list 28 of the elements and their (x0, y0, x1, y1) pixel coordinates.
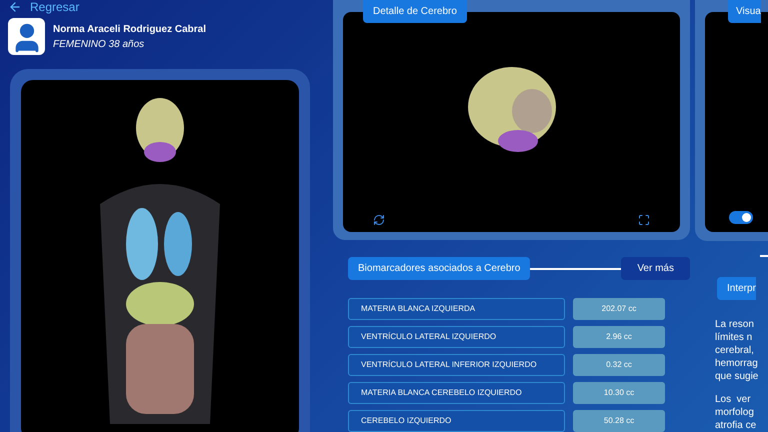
biomarker-name: VENTRÍCULO LATERAL IZQUIERDO (348, 326, 565, 348)
biomarker-value: 10.30 cc (573, 382, 665, 404)
interpretation-text: límites n (715, 331, 754, 344)
biomarker-name: VENTRÍCULO LATERAL INFERIOR IZQUIERDO (348, 354, 565, 376)
biomarker-name: MATERIA BLANCA IZQUIERDA (348, 298, 565, 320)
interpretation-text: La reson (715, 318, 755, 331)
patient-details: FEMENINO 38 años (53, 38, 146, 52)
see-more-button[interactable]: Ver más (621, 257, 690, 280)
biomarker-name: MATERIA BLANCA CEREBELO IZQUIERDO (348, 382, 565, 404)
interpretation-text: que sugie (715, 370, 760, 383)
back-link[interactable]: Regresar (30, 1, 80, 13)
avatar-icon (8, 18, 45, 55)
biomarker-value: 2.96 cc (573, 326, 665, 348)
interpretation-text: cerebral, (715, 344, 755, 357)
fullscreen-icon[interactable] (638, 214, 650, 226)
rotate-icon[interactable] (373, 214, 385, 226)
interpretation-text: atrofia ce (715, 419, 758, 432)
interpretation-text: morfolog (715, 406, 755, 419)
interpretation-text: Los ver (715, 393, 752, 406)
toggle-switch[interactable] (729, 211, 753, 224)
interpretation-text: hemorrag (715, 357, 759, 370)
biomarker-value: 0.32 cc (573, 354, 665, 376)
interpretation-button[interactable]: Interpr (717, 277, 756, 300)
patient-name: Norma Araceli Rodriguez Cabral (53, 22, 206, 36)
biomarker-value: 50.28 cc (573, 410, 665, 432)
biomarker-value: 202.07 cc (573, 298, 665, 320)
section-title: Biomarcadores asociados a Cerebro (348, 257, 530, 280)
biomarker-name: CEREBELO IZQUIERDO (348, 410, 565, 432)
